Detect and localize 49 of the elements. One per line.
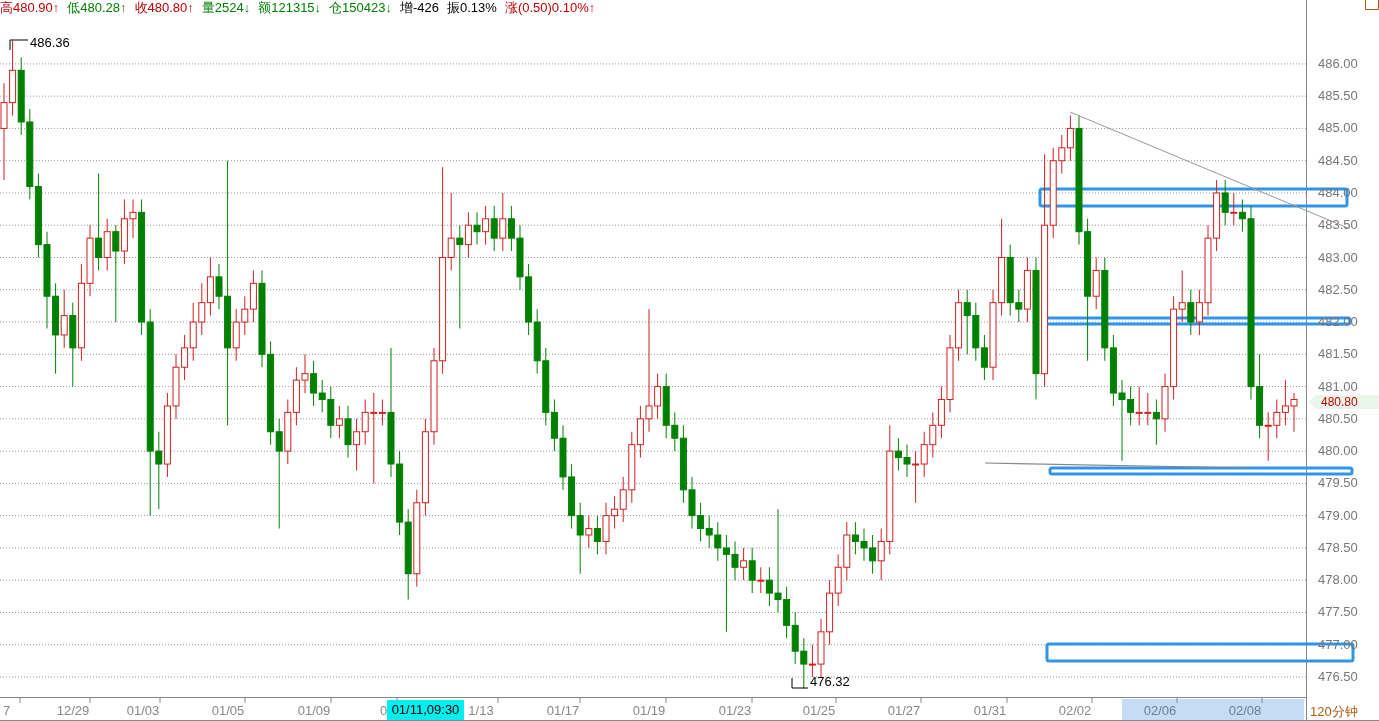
axis-label: 01/17 [546, 703, 580, 718]
axis-label: 481.50 [1318, 346, 1358, 362]
quote-field: 仓150423↓ [329, 0, 392, 15]
axis-label: 01/31 [973, 703, 1007, 718]
axis-label: 485.50 [1318, 88, 1358, 104]
axis-label: 477.50 [1318, 604, 1358, 620]
axis-label: 481.00 [1318, 378, 1358, 394]
quote-field: 收480.80↑ [134, 0, 194, 15]
axis-label: 478.50 [1318, 539, 1358, 555]
axis-label: 01/05 [211, 703, 245, 718]
axis-label: 1/13 [468, 703, 494, 718]
axis-label: 02/06 [1143, 703, 1177, 718]
axis-label: 01/25 [802, 703, 836, 718]
axis-label: 01/23 [718, 703, 752, 718]
axis-label: 478.00 [1318, 572, 1358, 588]
axis-label: 0 [380, 703, 388, 718]
axis-label: 477.00 [1318, 636, 1358, 652]
quote-field: 振0.13% [447, 0, 497, 15]
axis-label: 479.50 [1318, 475, 1358, 491]
axis-label: 482.50 [1318, 281, 1358, 297]
axis-label: 480.00 [1318, 443, 1358, 459]
cursor-time-label: 01/11,09:30 [387, 700, 464, 720]
axis-label: 480.50 [1318, 410, 1358, 426]
axis-label: 483.50 [1318, 217, 1358, 233]
axis-label: 484.50 [1318, 152, 1358, 168]
quote-field: 涨(0.50)0.10%↑ [504, 0, 596, 15]
axis-label: 01/09 [297, 703, 331, 718]
axis-label: 476.50 [1318, 669, 1358, 684]
quote-field: 额121315↓ [258, 0, 322, 15]
low-price-label: 476.32 [810, 674, 850, 689]
axis-label: 02/08 [1228, 703, 1262, 718]
quote-field: 量2524↓ [201, 0, 251, 15]
quote-field: 增-426 [400, 0, 440, 15]
axis-label: 7 [3, 703, 11, 718]
axis-label: 01/03 [126, 703, 160, 718]
axis-label: 486.00 [1318, 55, 1358, 71]
axis-label: 485.00 [1318, 120, 1358, 136]
axis-label: 482.00 [1318, 314, 1358, 330]
quote-field: 高480.90↑ [0, 0, 60, 15]
last-price-marker: 480.80 [1308, 395, 1379, 409]
axis-label: 479.00 [1318, 507, 1358, 523]
axis-label: 483.00 [1318, 249, 1358, 265]
high-price-label: 486.36 [30, 35, 70, 50]
axis-label: 12/29 [56, 703, 90, 718]
axis-label: 01/19 [632, 703, 666, 718]
axis-label: 02/02 [1058, 703, 1092, 718]
quote-field: 低480.28↑ [67, 0, 127, 15]
axis-label: 01/27 [887, 703, 921, 718]
period-label: 120分钟 [1310, 704, 1358, 719]
